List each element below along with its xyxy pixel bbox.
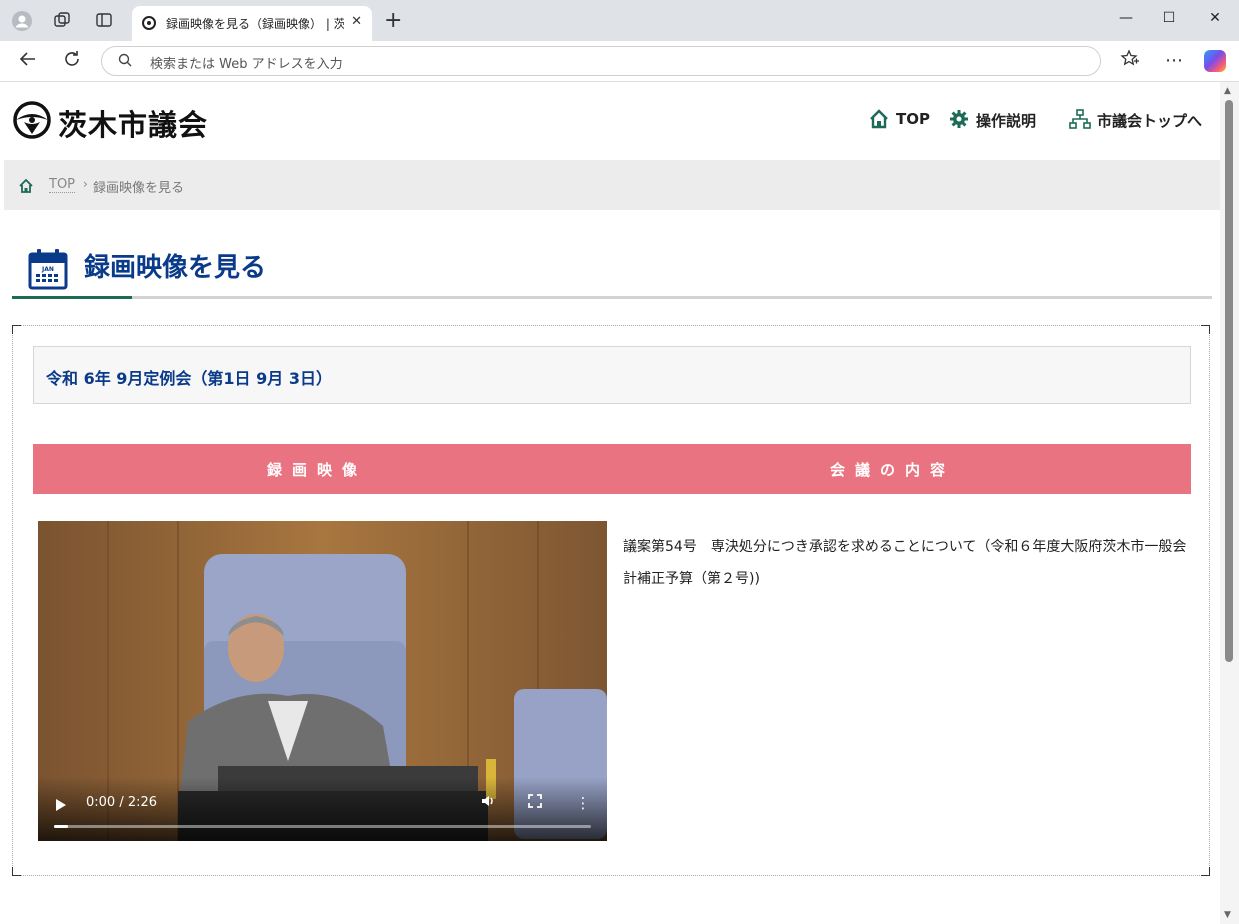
header-video: 録画映像 xyxy=(267,461,368,479)
window-close-icon[interactable]: ✕ xyxy=(1200,10,1230,26)
search-icon xyxy=(118,53,132,67)
address-placeholder: 検索または Web アドレスを入力 xyxy=(150,57,343,72)
nav-help-label: 操作説明 xyxy=(976,112,1037,130)
tab-actions-icon[interactable] xyxy=(94,11,114,31)
calendar-icon: JAN xyxy=(28,249,68,290)
site-favicon-icon xyxy=(142,16,156,30)
sitemap-icon xyxy=(1069,109,1091,129)
favorites-star-icon[interactable] xyxy=(1118,49,1142,73)
profile-icon[interactable] xyxy=(12,11,32,31)
title-accent-line xyxy=(12,296,132,299)
gear-icon xyxy=(950,110,968,128)
meeting-content-text: 議案第54号 専決処分につき承認を求めることについて（令和６年度大阪府茨木市一般… xyxy=(623,539,1187,587)
breadcrumb: TOP › 録画映像を見る xyxy=(4,160,1220,210)
copilot-icon[interactable] xyxy=(1204,50,1226,72)
page-title-block: JAN 録画映像を見る xyxy=(12,242,1212,299)
breadcrumb-home-icon[interactable] xyxy=(18,178,34,194)
volume-icon[interactable] xyxy=(478,793,498,813)
video-options-icon[interactable]: ⋮ xyxy=(573,793,593,813)
nav-council-top-link[interactable]: 市議会トップへ xyxy=(1069,108,1214,132)
table-header: 録画映像 会議の内容 xyxy=(33,444,1191,494)
content-frame: 令和 6年 9月定例会（第1日 9月 3日） 録画映像 会議の内容 0:00 /… xyxy=(12,325,1210,876)
scrollbar-thumb[interactable] xyxy=(1225,100,1233,662)
address-input[interactable]: 検索または Web アドレスを入力 xyxy=(101,46,1101,76)
page-title: 録画映像を見る xyxy=(84,253,267,283)
maximize-icon[interactable]: ☐ xyxy=(1154,10,1184,26)
video-controls: 0:00 / 2:26 ⋮ xyxy=(38,777,607,841)
page-viewport: 茨木市議会 TOP 操作説明 市議会トップへ TOP › 録画映像を見る JAN… xyxy=(4,82,1220,924)
breadcrumb-current: 録画映像を見る xyxy=(93,181,185,196)
browser-toolbar: 検索または Web アドレスを入力 ⋯ xyxy=(0,41,1239,82)
city-emblem-icon xyxy=(13,101,51,139)
breadcrumb-top-link[interactable]: TOP xyxy=(49,177,76,193)
play-icon[interactable] xyxy=(56,799,66,811)
refresh-icon[interactable] xyxy=(60,49,84,73)
video-player[interactable]: 0:00 / 2:26 ⋮ xyxy=(38,521,607,841)
video-time: 0:00 / 2:26 xyxy=(86,795,158,810)
svg-text:JAN: JAN xyxy=(41,266,54,273)
tab-title: 録画映像を見る（録画映像） | 茨木市議会 xyxy=(166,17,344,31)
video-progress-fill xyxy=(54,825,68,828)
session-heading-box: 令和 6年 9月定例会（第1日 9月 3日） xyxy=(33,346,1191,404)
header-content: 会議の内容 xyxy=(830,461,956,479)
nav-help-link[interactable]: 操作説明 xyxy=(948,108,1048,132)
video-progress-bar[interactable] xyxy=(54,825,591,828)
workspaces-icon[interactable] xyxy=(52,11,72,31)
more-menu-icon[interactable]: ⋯ xyxy=(1162,49,1186,73)
nav-top-link[interactable]: TOP xyxy=(868,108,938,132)
nav-top-label: TOP xyxy=(896,110,930,128)
site-name: 茨木市議会 xyxy=(58,108,209,142)
breadcrumb-separator: › xyxy=(83,177,88,191)
active-tab[interactable]: 録画映像を見る（録画映像） | 茨木市議会 ✕ xyxy=(132,6,372,41)
fullscreen-icon[interactable] xyxy=(525,793,545,813)
new-tab-button[interactable]: + xyxy=(384,8,402,33)
tab-close-icon[interactable]: ✕ xyxy=(351,14,362,29)
nav-council-top-label: 市議会トップへ xyxy=(1097,112,1203,130)
browser-tab-bar: 録画映像を見る（録画映像） | 茨木市議会 ✕ + — ☐ ✕ xyxy=(0,0,1239,41)
back-arrow-icon[interactable] xyxy=(16,49,40,73)
session-title: 令和 6年 9月定例会（第1日 9月 3日） xyxy=(46,369,332,388)
page-scrollbar[interactable]: ▲ ▼ xyxy=(1220,82,1239,924)
home-icon xyxy=(870,109,888,129)
minimize-icon[interactable]: — xyxy=(1111,10,1141,26)
